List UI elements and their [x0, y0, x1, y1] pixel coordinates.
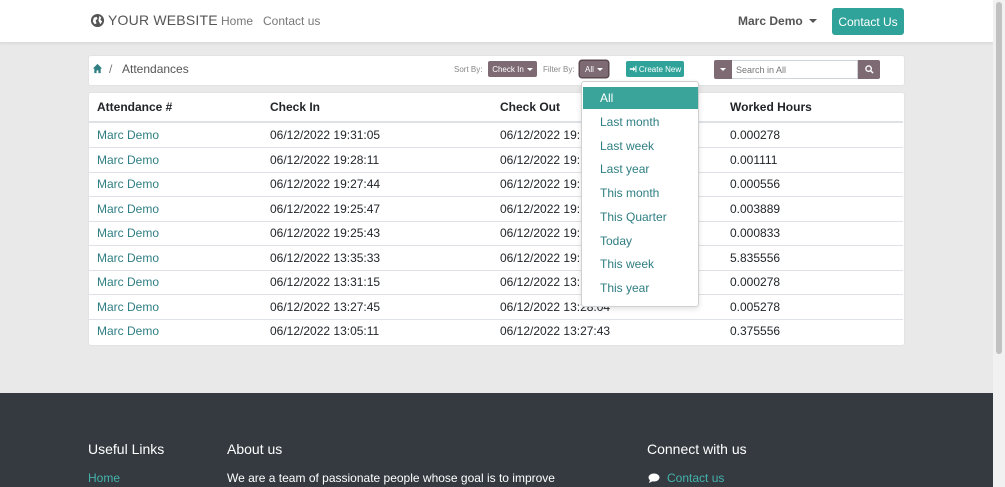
check-in-cell: 06/12/2022 13:27:45	[270, 299, 381, 314]
worked-hours-cell: 0.375556	[730, 324, 781, 338]
sort-value: Check In	[492, 64, 524, 74]
worked-hours-cell: 0.000833	[730, 226, 781, 240]
comment-icon	[648, 473, 660, 483]
filter-dropdown-button[interactable]: All	[580, 61, 608, 77]
table-row[interactable]: Marc Demo 06/12/2022 19:31:05 06/12/2022…	[89, 123, 903, 148]
user-name: Marc Demo	[738, 14, 803, 28]
attendance-link[interactable]: Marc Demo	[97, 153, 159, 167]
check-in-cell: 06/12/2022 19:25:47	[270, 201, 381, 216]
attendance-link[interactable]: Marc Demo	[97, 251, 159, 265]
globe-icon	[90, 13, 105, 27]
sign-in-icon	[629, 65, 637, 73]
check-out-cell: 06/12/2022 19:	[500, 226, 581, 240]
column-header-worked-hours[interactable]: Worked Hours	[730, 100, 812, 114]
attendance-link[interactable]: Marc Demo	[97, 275, 159, 289]
search-icon	[864, 65, 874, 74]
worked-hours-cell: 0.001111	[730, 152, 778, 167]
top-navbar: YOUR WEBSITE Home Contact us Marc Demo C…	[0, 0, 993, 43]
check-out-cell: 06/12/2022 13:27:43	[500, 324, 611, 338]
filter-option-this-month[interactable]: This month	[583, 182, 698, 204]
attendance-link[interactable]: Marc Demo	[97, 226, 159, 240]
filter-option-last-week[interactable]: Last week	[583, 135, 698, 157]
column-header-attendance[interactable]: Attendance #	[97, 100, 172, 114]
user-menu[interactable]: Marc Demo	[738, 14, 817, 28]
attendance-link[interactable]: Marc Demo	[97, 300, 159, 314]
search-button[interactable]	[858, 60, 880, 79]
filter-option-last-year[interactable]: Last year	[583, 158, 698, 180]
filter-option-this-week[interactable]: This week	[583, 253, 698, 275]
table-row[interactable]: Marc Demo 06/12/2022 19:25:47 06/12/2022…	[89, 197, 903, 222]
footer-link-home[interactable]: Home	[88, 471, 120, 485]
check-out-cell: 06/12/2022 19:	[500, 177, 581, 191]
table-row[interactable]: Marc Demo 06/12/2022 13:27:45 06/12/2022…	[89, 295, 903, 320]
filter-value: All	[585, 64, 594, 74]
footer-connect-title: Connect with us	[647, 441, 747, 457]
table-row[interactable]: Marc Demo 06/12/2022 13:35:33 06/12/2022…	[89, 246, 903, 271]
attendance-link[interactable]: Marc Demo	[97, 128, 159, 142]
worked-hours-cell: 0.000278	[730, 275, 781, 289]
footer-about-text: We are a team of passionate people whose…	[227, 471, 555, 485]
footer-about-title: About us	[227, 441, 283, 457]
table-row[interactable]: Marc Demo 06/12/2022 13:05:11 06/12/2022…	[89, 319, 903, 343]
check-in-cell: 06/12/2022 13:31:15	[270, 275, 381, 289]
sort-dropdown-button[interactable]: Check In	[488, 61, 537, 77]
table-row[interactable]: Marc Demo 06/12/2022 13:31:15 06/12/2022…	[89, 270, 903, 295]
brand-name: YOUR WEBSITE	[108, 12, 218, 28]
scrollbar-thumb[interactable]	[996, 2, 1002, 354]
table-row[interactable]: Marc Demo 06/12/2022 19:25:43 06/12/2022…	[89, 221, 903, 246]
filter-option-this-year[interactable]: This year	[583, 277, 698, 299]
check-in-cell: 06/12/2022 19:31:05	[270, 128, 381, 142]
filter-option-this-quarter[interactable]: This Quarter	[583, 206, 698, 228]
check-out-cell: 06/12/2022 13:	[500, 275, 581, 289]
check-in-cell: 06/12/2022 19:25:43	[270, 226, 381, 240]
check-in-cell: 06/12/2022 13:35:33	[270, 250, 381, 265]
nav-link-home[interactable]: Home	[221, 14, 253, 28]
home-icon[interactable]	[92, 63, 103, 74]
chevron-down-icon	[720, 68, 726, 71]
worked-hours-cell: 0.000278	[730, 128, 781, 142]
attendance-link[interactable]: Marc Demo	[97, 177, 159, 191]
breadcrumb-separator: /	[109, 62, 113, 76]
check-out-cell: 06/12/2022 19:	[500, 250, 581, 265]
chevron-down-icon	[808, 19, 817, 23]
attendance-link[interactable]: Marc Demo	[97, 202, 159, 216]
nav-link-contact[interactable]: Contact us	[263, 14, 320, 28]
table-row[interactable]: Marc Demo 06/12/2022 19:27:44 06/12/2022…	[89, 172, 903, 197]
footer-useful-links-title: Useful Links	[88, 441, 165, 457]
check-out-cell: 06/12/2022 19:	[500, 152, 581, 167]
contact-us-button[interactable]: Contact Us	[832, 8, 904, 35]
search-filter-dropdown[interactable]	[714, 60, 732, 79]
search-input[interactable]	[732, 60, 858, 79]
worked-hours-cell: 0.005278	[730, 299, 781, 314]
worked-hours-cell: 5.835556	[730, 250, 781, 265]
brand-logo[interactable]: YOUR WEBSITE	[90, 12, 218, 28]
filter-dropdown-menu: All Last month Last week Last year This …	[581, 81, 699, 307]
chevron-down-icon	[596, 67, 603, 71]
filter-option-all[interactable]: All	[583, 87, 698, 109]
chevron-down-icon	[526, 67, 533, 71]
check-in-cell: 06/12/2022 19:28:11	[270, 152, 380, 167]
create-new-button[interactable]: Create New	[626, 61, 684, 77]
column-header-check-out[interactable]: Check Out	[500, 100, 560, 114]
sort-label: Sort By:	[454, 65, 483, 74]
filter-option-today[interactable]: Today	[583, 230, 698, 252]
create-new-label: Create New	[638, 64, 682, 74]
worked-hours-cell: 0.000556	[730, 177, 781, 191]
attendance-link[interactable]: Marc Demo	[97, 324, 159, 338]
column-header-check-in[interactable]: Check In	[270, 100, 320, 114]
check-out-cell: 06/12/2022 19:	[500, 128, 581, 142]
table-row[interactable]: Marc Demo 06/12/2022 19:28:11 06/12/2022…	[89, 148, 903, 173]
filter-label: Filter By:	[543, 65, 575, 74]
check-in-cell: 06/12/2022 19:27:44	[270, 177, 381, 191]
breadcrumb-current: Attendances	[122, 62, 189, 76]
footer-link-contact[interactable]: Contact us	[667, 471, 724, 485]
worked-hours-cell: 0.003889	[730, 201, 781, 216]
check-in-cell: 06/12/2022 13:05:11	[270, 324, 380, 338]
check-out-cell: 06/12/2022 19:	[500, 201, 581, 216]
filter-option-last-month[interactable]: Last month	[583, 111, 698, 133]
